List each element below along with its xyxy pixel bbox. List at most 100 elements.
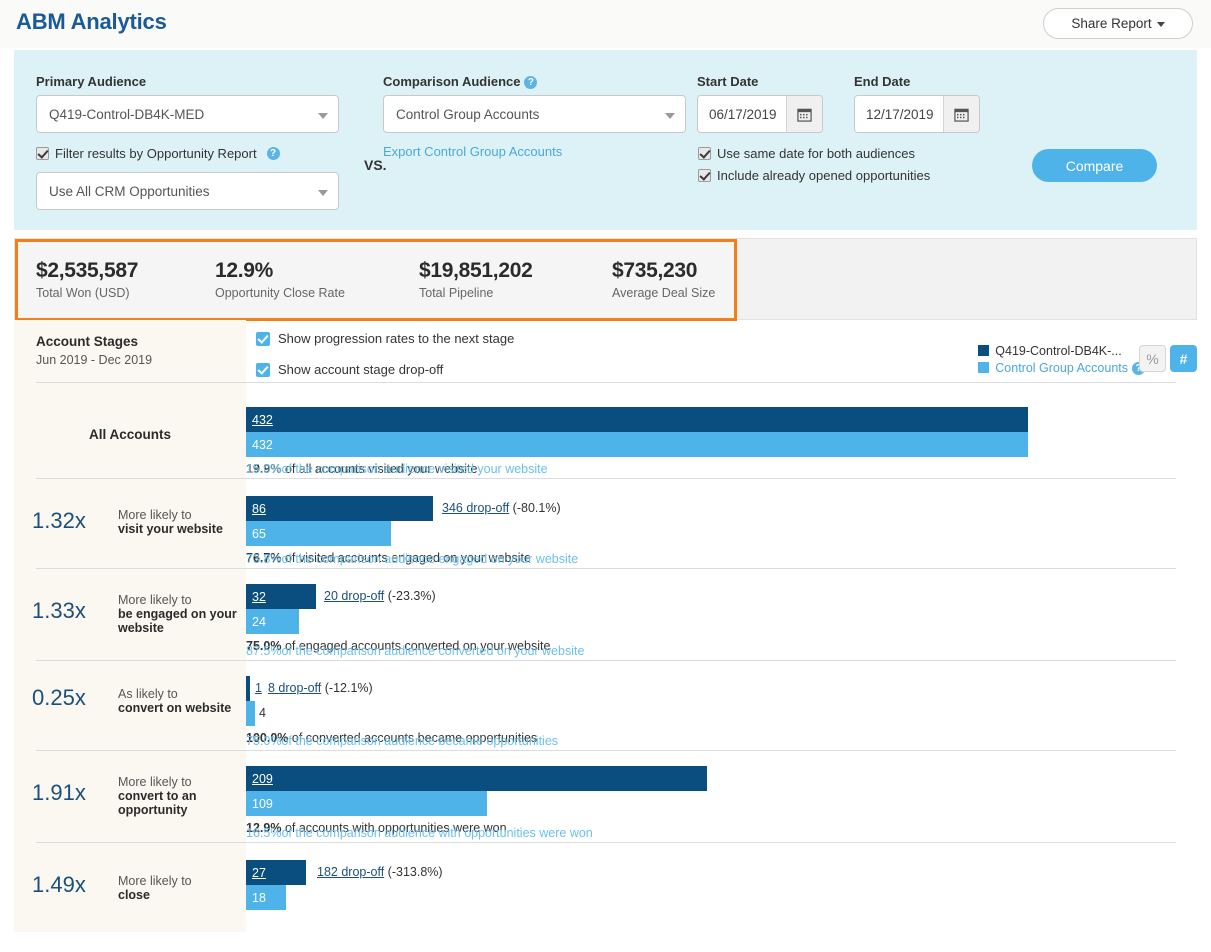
calendar-icon[interactable]: [943, 96, 979, 132]
legend-swatch-primary-icon: [978, 345, 990, 356]
vs-label: VS.: [364, 157, 387, 173]
progression-control-pct: 75.0%: [246, 734, 282, 748]
comparison-audience-label: Comparison Audience?: [383, 74, 538, 89]
toggle-percent-button[interactable]: %: [1139, 345, 1166, 372]
bar-control[interactable]: [246, 701, 255, 726]
filter-by-opportunity-checkbox-row[interactable]: Filter results by Opportunity Report ?: [36, 146, 280, 161]
kpi-total-pipeline: $19,851,202 Total Pipeline: [419, 259, 533, 300]
stage-multiplier: 1.91x: [32, 780, 86, 805]
start-date-label: Start Date: [697, 74, 759, 89]
filter-by-opportunity-checkbox[interactable]: [36, 147, 49, 160]
progression-control: 73.8%of the comparison audience engaged …: [246, 552, 578, 566]
chart-legend: Q419-Control-DB4K-... Control Group Acco…: [978, 344, 1145, 378]
bar-primary-value[interactable]: 1: [255, 681, 262, 695]
stage-description: As likely to convert on website: [118, 687, 246, 715]
help-icon[interactable]: ?: [524, 76, 538, 89]
opportunity-report-select[interactable]: Use All CRM Opportunities: [36, 172, 339, 210]
bar-primary-value[interactable]: 32: [246, 590, 266, 604]
bar-primary[interactable]: [246, 676, 250, 701]
page-title: ABM Analytics: [16, 9, 167, 34]
stage-multiplier: 0.25x: [32, 685, 86, 710]
filter-panel: Primary Audience Q419-Control-DB4K-MED V…: [14, 50, 1197, 230]
progression-control-text: of the comparison audience engaged on yo…: [281, 552, 579, 566]
calendar-glyph: [954, 108, 969, 122]
kpi-avg-deal-size: $735,230 Average Deal Size: [612, 259, 715, 300]
kpi-label: Total Pipeline: [419, 286, 494, 300]
dropoff-pct: (-313.8%): [387, 865, 443, 879]
comparison-audience-select[interactable]: Control Group Accounts: [383, 95, 686, 133]
help-icon[interactable]: ?: [266, 147, 280, 160]
legend-label-control: Control Group Accounts: [995, 361, 1128, 375]
same-date-label: Use same date for both audiences: [717, 146, 916, 161]
legend-item-primary[interactable]: Q419-Control-DB4K-...: [978, 344, 1145, 358]
stage-likely-prefix: As likely to: [118, 687, 178, 701]
bar-primary-value[interactable]: 86: [246, 502, 266, 516]
include-opened-checkbox[interactable]: [698, 169, 711, 182]
value-format-toggle-group[interactable]: % #: [1139, 345, 1197, 372]
dropoff-count-link[interactable]: 20 drop-off: [324, 589, 384, 603]
same-date-checkbox[interactable]: [698, 147, 711, 160]
bar-primary-value[interactable]: 432: [246, 413, 273, 427]
end-date-input[interactable]: [855, 96, 943, 132]
bar-primary-value[interactable]: 27: [246, 866, 266, 880]
legend-item-control[interactable]: Control Group Accounts?: [978, 361, 1145, 375]
kpi-value: $19,851,202: [419, 259, 533, 282]
dropoff-pct: (-80.1%): [512, 501, 561, 515]
bar-primary-value[interactable]: 209: [246, 772, 273, 786]
start-date-input[interactable]: [698, 96, 786, 132]
compare-button[interactable]: Compare: [1032, 149, 1157, 182]
bar-primary[interactable]: 32: [246, 584, 316, 609]
dropoff-count-link[interactable]: 346 drop-off: [442, 501, 509, 515]
include-opened-checkbox-row[interactable]: Include already opened opportunities: [698, 168, 930, 183]
dropoff-count-link[interactable]: 8 drop-off: [268, 681, 321, 695]
bar-control-value: 109: [252, 796, 273, 811]
bar-control-value: 18: [252, 890, 266, 905]
stage-multiplier: 1.33x: [32, 598, 86, 623]
bar-control-value: 24: [252, 614, 266, 629]
show-dropoff-label: Show account stage drop-off: [278, 362, 444, 377]
show-dropoff-checkbox[interactable]: [256, 362, 270, 377]
dropoff-count-link[interactable]: 182 drop-off: [317, 865, 384, 879]
bar-control[interactable]: 18: [246, 885, 286, 910]
stage-description: More likely to convert to an opportunity: [118, 775, 246, 817]
show-progression-rates-checkbox[interactable]: [256, 331, 270, 346]
share-report-button[interactable]: Share Report: [1043, 8, 1193, 39]
bar-control[interactable]: 24: [246, 609, 299, 634]
bar-primary[interactable]: 432: [246, 407, 1028, 432]
chart-subtitle: Jun 2019 - Dec 2019: [36, 353, 153, 367]
progression-control: 87.5%of the comparison audience converte…: [246, 644, 584, 658]
progression-control-text: of the comparison audience visited your …: [281, 462, 548, 476]
bar-primary[interactable]: 209: [246, 766, 707, 791]
stage-likely-prefix: More likely to: [118, 775, 192, 789]
export-control-group-link[interactable]: Export Control Group Accounts: [383, 144, 562, 159]
chevron-down-icon: [318, 190, 328, 196]
bar-primary[interactable]: 27: [246, 860, 306, 885]
kpi-value: $2,535,587: [36, 259, 139, 282]
kpi-value: $735,230: [612, 259, 698, 282]
stage-name: be engaged on your website: [118, 607, 237, 635]
stage-name: close: [118, 888, 150, 902]
table-row: 15.0%of the comparison audience visited …: [14, 462, 1197, 568]
share-report-label: Share Report: [1071, 16, 1152, 31]
toggle-number-button[interactable]: #: [1170, 345, 1197, 372]
same-date-checkbox-row[interactable]: Use same date for both audiences: [698, 146, 915, 161]
primary-audience-select[interactable]: Q419-Control-DB4K-MED: [36, 95, 339, 133]
show-dropoff-option[interactable]: Show account stage drop-off: [256, 362, 443, 377]
bar-primary[interactable]: 86: [246, 496, 433, 521]
row-divider: [36, 660, 1176, 661]
table-row: 75.0%of the comparison audience became o…: [14, 734, 1197, 842]
abm-analytics-page: ABM Analytics Share Report Primary Audie…: [0, 0, 1211, 952]
progression-control-pct: 16.5%: [246, 826, 282, 840]
kpi-value: 12.9%: [215, 259, 274, 282]
bar-control[interactable]: 432: [246, 432, 1028, 457]
bar-control[interactable]: 65: [246, 521, 391, 546]
kpi-total-won: $2,535,587 Total Won (USD): [36, 259, 138, 300]
dropoff-info: 8 drop-off (-12.1%): [268, 681, 373, 695]
chart-title: Account Stages: [36, 334, 139, 349]
progression-control-pct: 73.8%: [246, 552, 282, 566]
bar-control[interactable]: 109: [246, 791, 487, 816]
show-progression-rates-option[interactable]: Show progression rates to the next stage: [256, 331, 514, 346]
end-date-field[interactable]: [854, 95, 980, 133]
calendar-icon[interactable]: [786, 96, 822, 132]
start-date-field[interactable]: [697, 95, 823, 133]
